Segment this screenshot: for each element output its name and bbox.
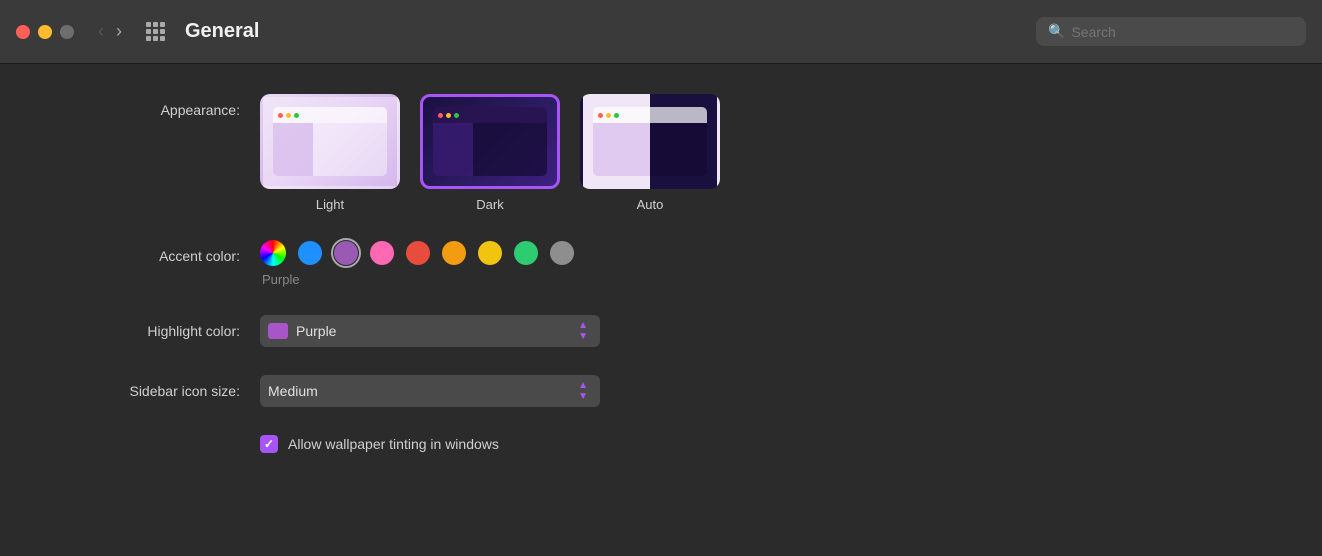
search-box[interactable]: 🔍 [1036, 17, 1306, 46]
accent-swatch-green[interactable] [514, 241, 538, 265]
accent-swatch-red[interactable] [406, 241, 430, 265]
appearance-option-label-auto: Auto [637, 197, 664, 212]
appearance-thumb-dark [420, 94, 560, 189]
highlight-color-select[interactable]: Purple ▲ ▼ [260, 315, 600, 347]
search-icon: 🔍 [1048, 23, 1065, 40]
sidebar-select-arrows: ▲ ▼ [574, 380, 592, 402]
minimize-button[interactable] [38, 25, 52, 39]
grid-dot [160, 22, 165, 27]
thumb-dot-yellow-auto [606, 113, 611, 118]
window-controls [16, 25, 74, 39]
thumb-dot-green [294, 113, 299, 118]
thumb-titlebar-dark [433, 107, 547, 123]
thumb-body-light [273, 123, 387, 176]
highlight-select-left: Purple [268, 323, 336, 339]
thumb-inner-auto [583, 97, 717, 186]
wallpaper-tinting-label: Allow wallpaper tinting in windows [288, 436, 499, 452]
back-button[interactable]: ‹ [94, 19, 108, 44]
appearance-thumb-auto [580, 94, 720, 189]
thumb-dot-yellow-dark [446, 113, 451, 118]
wallpaper-row-spacer [40, 435, 260, 443]
appearance-row: Appearance: [40, 94, 1282, 212]
accent-colors [260, 240, 574, 266]
thumb-sidebar-light [273, 123, 313, 176]
chevron-down-icon: ▼ [578, 391, 588, 402]
wallpaper-tinting-row: ✓ Allow wallpaper tinting in windows [40, 435, 1282, 453]
appearance-label: Appearance: [40, 94, 260, 118]
thumb-auto-right [650, 123, 707, 176]
thumb-inner-light [263, 97, 397, 186]
highlight-color-preview [268, 323, 288, 339]
appearance-option-light[interactable]: Light [260, 94, 400, 212]
thumb-inner-dark [423, 97, 557, 186]
thumb-dot-red [278, 113, 283, 118]
wallpaper-tinting-checkbox-row: ✓ Allow wallpaper tinting in windows [260, 435, 499, 453]
page-title: General [185, 20, 1024, 43]
sidebar-icon-size-select[interactable]: Medium ▲ ▼ [260, 375, 600, 407]
grid-dot [146, 36, 151, 41]
wallpaper-tinting-checkbox[interactable]: ✓ [260, 435, 278, 453]
accent-color-row: Accent color: Purple [40, 240, 1282, 287]
thumb-dot-green-dark [454, 113, 459, 118]
thumb-window-light [273, 107, 387, 176]
appearance-thumb-light [260, 94, 400, 189]
thumb-body-dark [433, 123, 547, 176]
forward-button[interactable]: › [112, 19, 126, 44]
app-grid-button[interactable] [146, 22, 165, 41]
thumb-dot-yellow [286, 113, 291, 118]
grid-dot [153, 22, 158, 27]
thumb-auto-left [593, 123, 650, 176]
settings-content: Appearance: [0, 64, 1322, 483]
accent-swatch-graphite[interactable] [550, 241, 574, 265]
search-input[interactable] [1071, 24, 1294, 40]
appearance-option-dark[interactable]: Dark [420, 94, 560, 212]
accent-swatch-purple[interactable] [334, 241, 358, 265]
grid-dot [160, 29, 165, 34]
sidebar-select-left: Medium [268, 383, 318, 399]
nav-arrows: ‹ › [94, 19, 126, 44]
accent-selected-name: Purple [260, 272, 574, 287]
appearance-options: Light [260, 94, 720, 212]
grid-dot [160, 36, 165, 41]
sidebar-icon-size-label: Sidebar icon size: [40, 375, 260, 399]
highlight-color-label: Highlight color: [40, 315, 260, 339]
chevron-up-icon: ▲ [578, 380, 588, 391]
thumb-window-dark [433, 107, 547, 176]
grid-dot [153, 36, 158, 41]
thumb-window-auto [593, 107, 707, 176]
thumb-dot-green-auto [614, 113, 619, 118]
close-button[interactable] [16, 25, 30, 39]
accent-swatch-multicolor[interactable] [260, 240, 286, 266]
thumb-dot-red-dark [438, 113, 443, 118]
accent-color-label: Accent color: [40, 240, 260, 264]
sidebar-icon-size-row: Sidebar icon size: Medium ▲ ▼ [40, 375, 1282, 407]
accent-swatch-blue[interactable] [298, 241, 322, 265]
chevron-down-icon: ▼ [578, 331, 588, 342]
appearance-option-label-light: Light [316, 197, 344, 212]
accent-swatch-pink[interactable] [370, 241, 394, 265]
highlight-color-row: Highlight color: Purple ▲ ▼ [40, 315, 1282, 347]
fullscreen-button[interactable] [60, 25, 74, 39]
accent-swatch-orange[interactable] [442, 241, 466, 265]
accent-swatch-yellow[interactable] [478, 241, 502, 265]
grid-dot [146, 22, 151, 27]
thumb-titlebar-auto-left [593, 107, 707, 123]
highlight-color-value: Purple [296, 323, 336, 339]
chevron-up-icon: ▲ [578, 320, 588, 331]
thumb-titlebar-light [273, 107, 387, 123]
thumb-sidebar-dark [433, 123, 473, 176]
accent-section: Purple [260, 240, 574, 287]
grid-dot [146, 29, 151, 34]
sidebar-icon-size-value: Medium [268, 383, 318, 399]
highlight-select-arrows: ▲ ▼ [574, 320, 592, 342]
grid-dot [153, 29, 158, 34]
appearance-option-label-dark: Dark [476, 197, 503, 212]
thumb-dot-red-auto [598, 113, 603, 118]
checkmark-icon: ✓ [264, 437, 274, 451]
appearance-option-auto[interactable]: Auto [580, 94, 720, 212]
titlebar: ‹ › General 🔍 [0, 0, 1322, 64]
